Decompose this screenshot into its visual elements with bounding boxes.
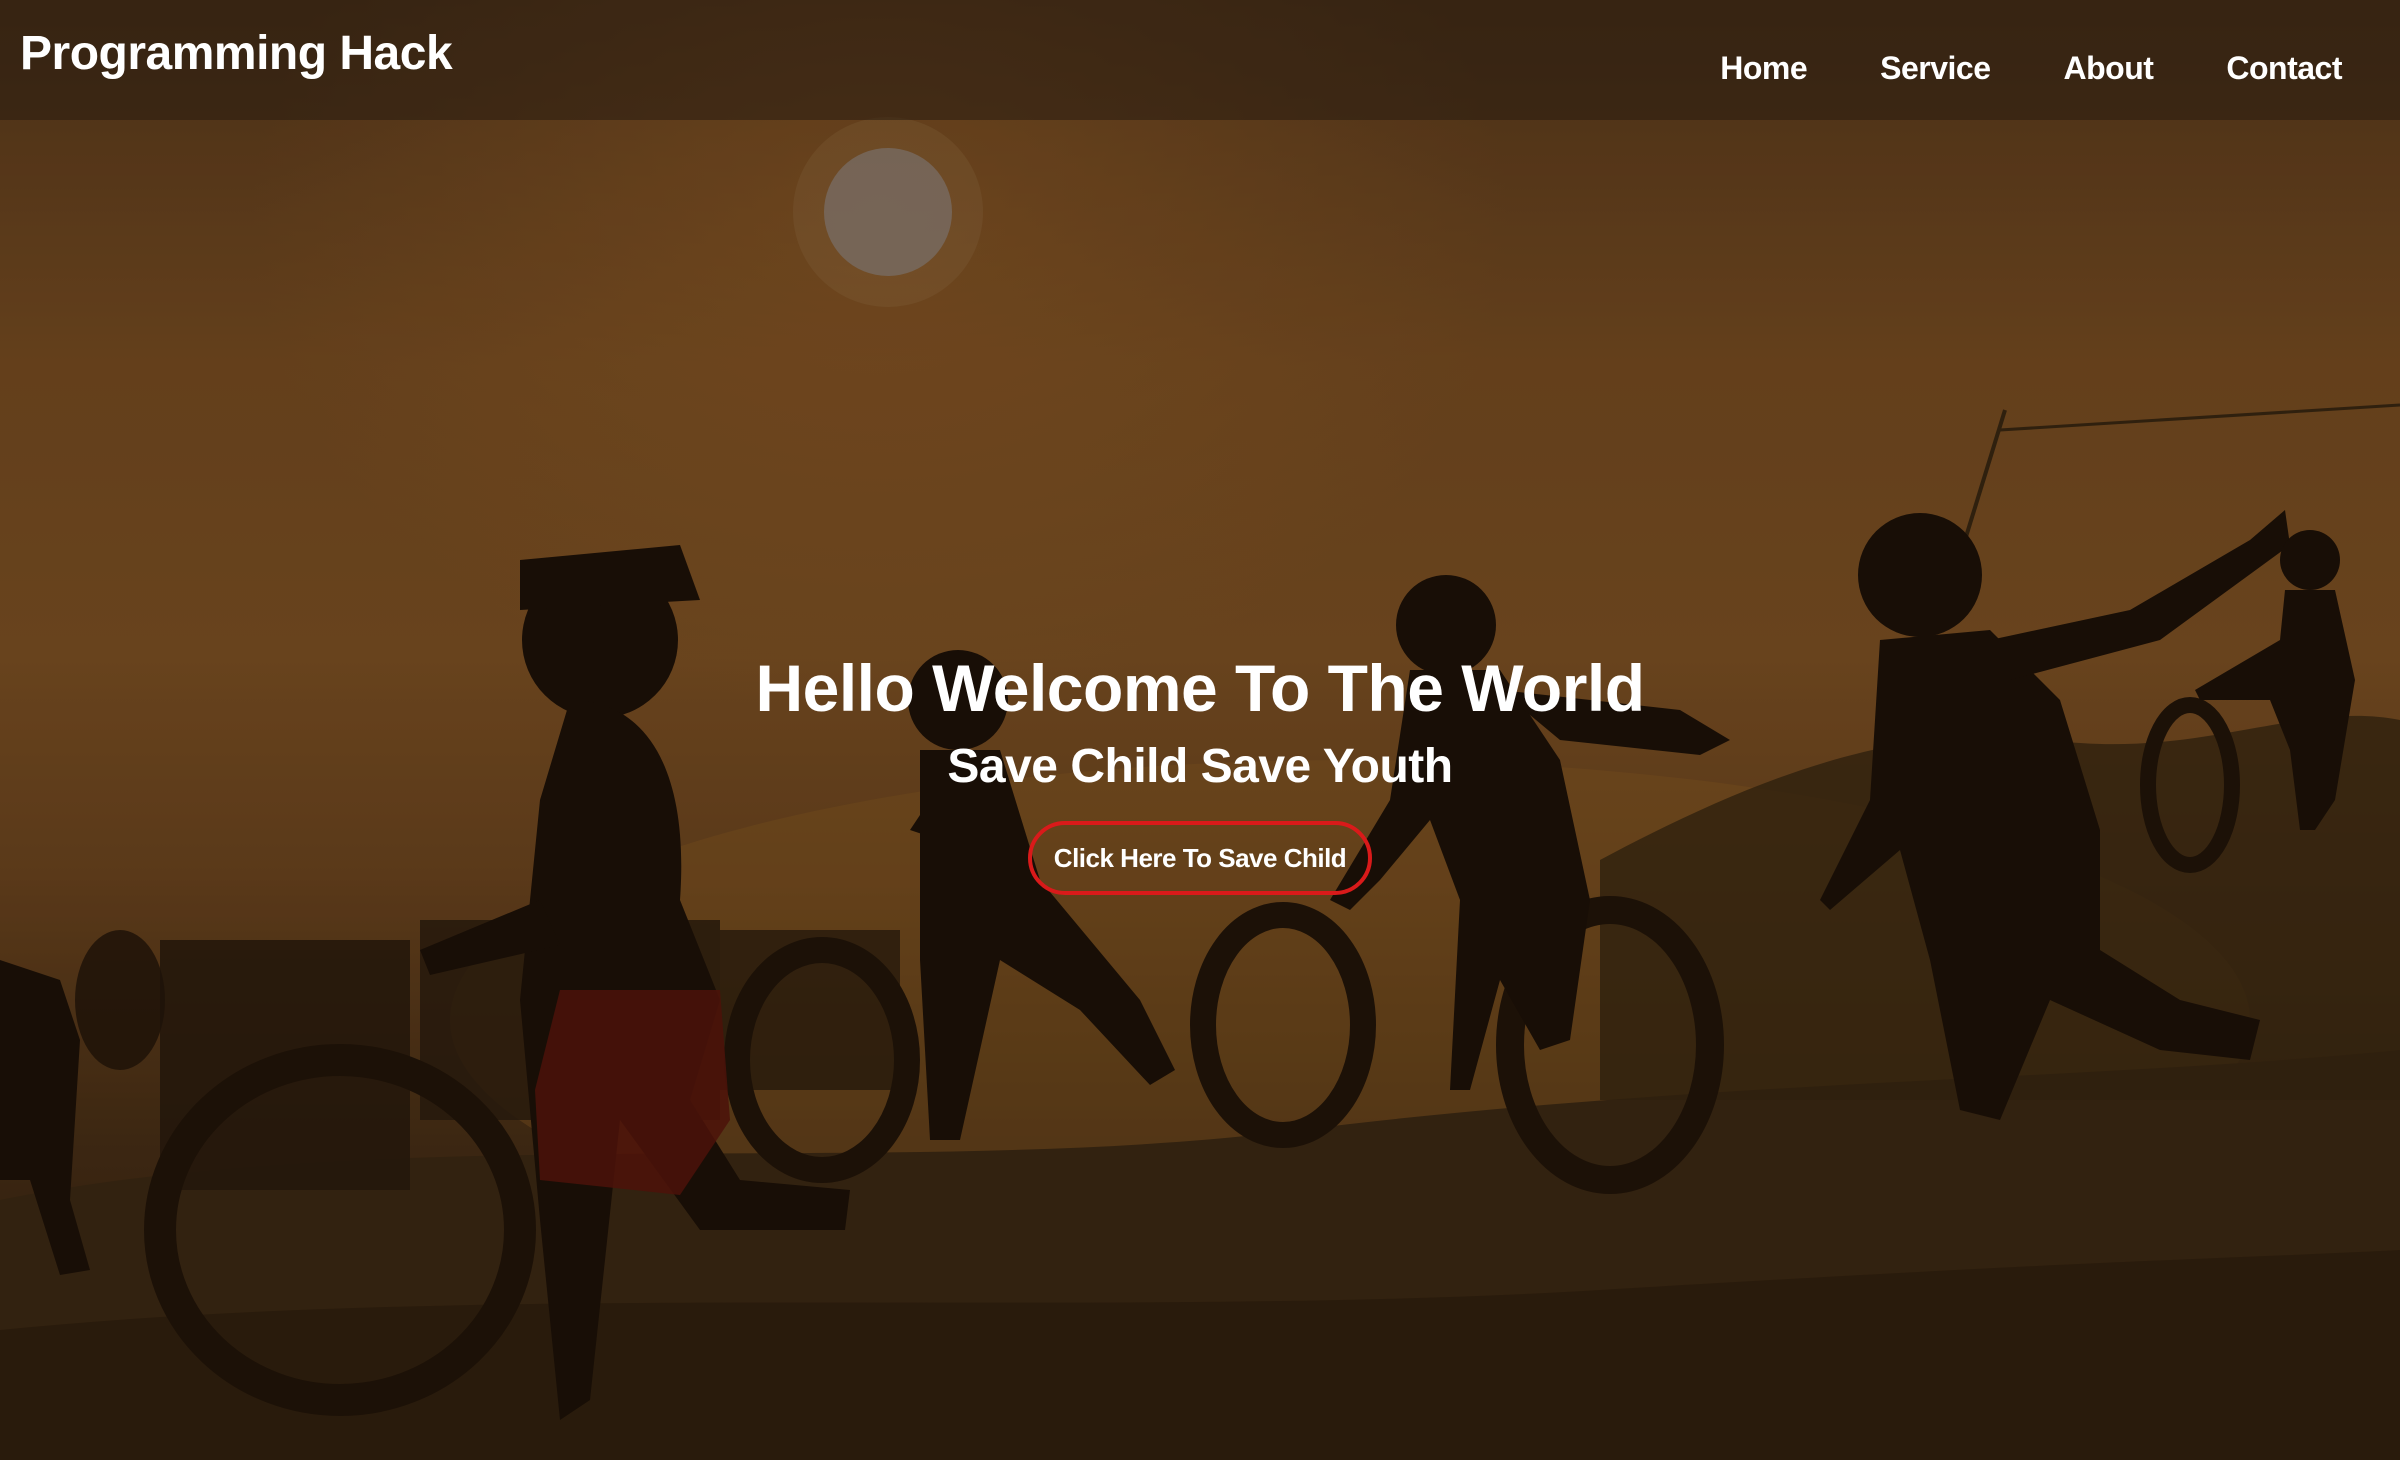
nav-menu: Home Service About Contact	[1647, 52, 2342, 84]
save-child-button[interactable]: Click Here To Save Child	[1027, 821, 1373, 895]
hero-content: Hello Welcome To The World Save Child Sa…	[0, 655, 2400, 895]
navbar: Programming Hack Home Service About Cont…	[0, 0, 2400, 120]
nav-item-home[interactable]: Home	[1720, 52, 1807, 84]
nav-item-contact[interactable]: Contact	[2226, 52, 2342, 84]
nav-item-service[interactable]: Service	[1880, 52, 1991, 84]
hero-title: Hello Welcome To The World	[755, 651, 1645, 725]
landing-page: Programming Hack Home Service About Cont…	[0, 0, 2400, 1460]
hero-subtitle: Save Child Save Youth	[947, 740, 1453, 793]
nav-item-about[interactable]: About	[2063, 52, 2153, 84]
brand-logo[interactable]: Programming Hack	[20, 30, 453, 78]
